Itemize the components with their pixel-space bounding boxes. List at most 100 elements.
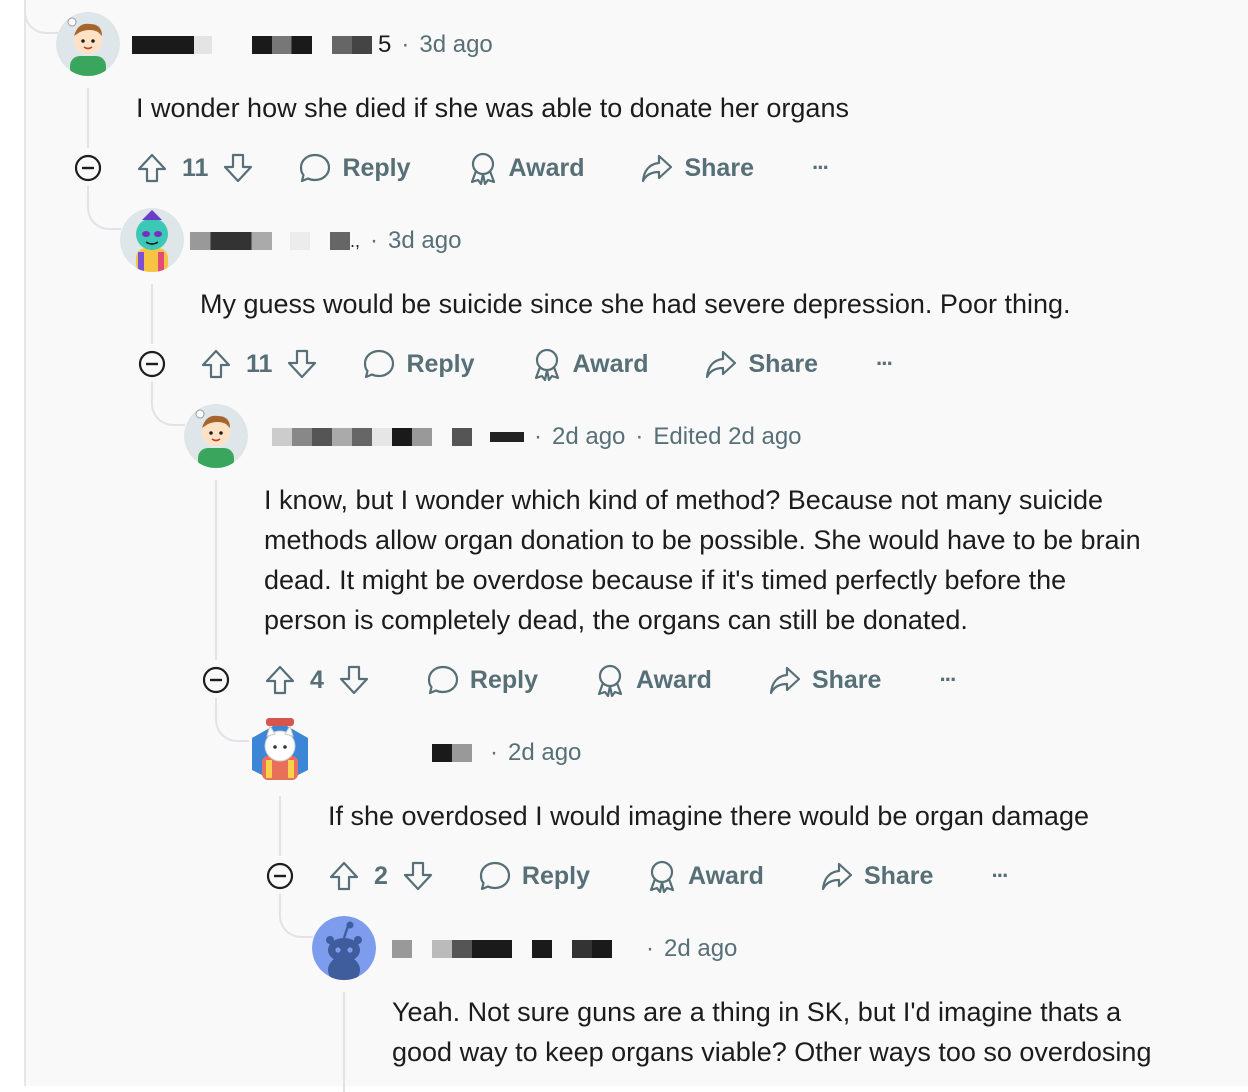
speech-bubble-icon <box>364 349 395 379</box>
comment-body: If she overdosed I would imagine there w… <box>328 801 1089 831</box>
award-label: Award <box>636 665 712 694</box>
redacted-username <box>472 428 490 446</box>
separator-dot: · <box>490 739 498 766</box>
upvote-button[interactable] <box>264 664 296 696</box>
award-button[interactable]: Award <box>646 859 764 893</box>
award-button[interactable]: Award <box>467 151 584 185</box>
collapse-thread-icon[interactable] <box>74 154 102 182</box>
avatar[interactable] <box>184 404 248 468</box>
avatar[interactable] <box>56 12 120 76</box>
reply-label: Reply <box>342 153 411 182</box>
reply-button[interactable]: Reply <box>478 860 590 892</box>
vote-count: 4 <box>310 665 324 694</box>
award-button[interactable]: Award <box>531 347 649 381</box>
downvote-arrow-icon <box>403 861 433 891</box>
edited-label: Edited 2d ago <box>653 423 802 450</box>
share-button[interactable]: Share <box>704 348 818 380</box>
timestamp[interactable]: 3d ago <box>388 227 461 255</box>
thread-line[interactable] <box>279 796 281 856</box>
comment-meta: · 2d ago · Edited 2d ago <box>272 422 802 452</box>
downvote-button[interactable] <box>338 664 370 696</box>
timestamp[interactable]: 2d ago <box>664 935 737 963</box>
more-options-button[interactable]: ··· <box>991 863 1009 889</box>
comment-body: I know, but I wonder which kind of metho… <box>264 480 1141 640</box>
share-button[interactable]: Share <box>768 664 881 696</box>
timestamp[interactable]: 3d ago <box>419 31 492 59</box>
speech-bubble-icon <box>479 861 511 891</box>
redacted-username <box>372 428 392 446</box>
share-arrow-icon <box>769 666 801 695</box>
comment-meta: · 2d ago <box>432 738 581 768</box>
upvote-button[interactable] <box>200 348 232 380</box>
downvote-button[interactable] <box>402 860 434 892</box>
avatar[interactable] <box>120 208 184 272</box>
reply-button[interactable]: Reply <box>426 664 538 696</box>
upvote-arrow-icon <box>265 665 295 695</box>
comment-actions: 11 Reply Award Share ··· <box>200 342 894 386</box>
speech-bubble-icon <box>427 665 459 695</box>
redacted-username <box>412 940 432 958</box>
comment-body: My guess would be suicide since she had … <box>200 289 1071 319</box>
redacted-username <box>512 940 532 958</box>
comment-body-line: Yeah. Not sure guns are a thing in SK, b… <box>392 997 1122 1027</box>
redacted-username <box>432 940 512 958</box>
collapse-thread-icon[interactable] <box>138 350 166 378</box>
award-ribbon-icon <box>470 152 495 185</box>
award-label: Award <box>572 349 649 378</box>
downvote-button[interactable] <box>222 152 254 184</box>
redacted-username <box>552 940 572 958</box>
more-options-button[interactable]: ··· <box>876 351 894 377</box>
award-button[interactable]: Award <box>594 663 712 697</box>
redacted-username <box>432 428 452 446</box>
timestamp[interactable]: 2d ago <box>508 739 581 767</box>
redacted-username <box>490 432 524 442</box>
comment-body-line: I know, but I wonder which kind of metho… <box>264 485 1103 515</box>
redacted-username <box>572 940 612 958</box>
comment-actions: 11 Reply Award Share ··· <box>136 146 830 190</box>
redacted-username[interactable] <box>190 232 272 250</box>
redacted-username <box>194 36 212 54</box>
collapse-thread-icon[interactable] <box>202 666 230 694</box>
redacted-username <box>252 36 312 54</box>
award-ribbon-icon <box>597 664 623 697</box>
comment-meta: · 2d ago <box>392 934 737 964</box>
thread-line[interactable] <box>215 480 217 660</box>
username-fragment: ., <box>350 230 361 251</box>
comment-body: I wonder how she died if she was able to… <box>136 93 849 123</box>
comment-meta: ., · 3d ago <box>190 226 461 256</box>
thread-line[interactable] <box>151 284 153 344</box>
separator-dot: · <box>635 423 644 450</box>
avatar[interactable] <box>248 716 312 780</box>
reply-label: Reply <box>469 665 538 694</box>
upvote-button[interactable] <box>328 860 360 892</box>
share-arrow-icon <box>821 862 853 891</box>
reply-label: Reply <box>521 861 590 890</box>
timestamp[interactable]: 2d ago <box>552 423 625 451</box>
separator-dot: · <box>370 227 379 254</box>
redacted-username[interactable] <box>432 744 472 762</box>
redacted-username[interactable] <box>132 36 194 54</box>
more-options-button[interactable]: ··· <box>939 667 957 693</box>
reply-button[interactable]: Reply <box>362 348 475 380</box>
thread-line[interactable] <box>343 992 345 1092</box>
comment-body-line: dead. It might be overdose because if it… <box>264 565 1067 595</box>
comment-actions: 2 Reply Award Share ··· <box>328 854 1009 898</box>
redacted-username <box>312 36 332 54</box>
more-options-button[interactable]: ··· <box>812 155 830 181</box>
share-label: Share <box>863 861 934 890</box>
upvote-button[interactable] <box>136 152 168 184</box>
reply-button[interactable]: Reply <box>298 152 411 184</box>
downvote-button[interactable] <box>286 348 318 380</box>
share-button[interactable]: Share <box>820 860 933 892</box>
avatar[interactable] <box>312 916 376 980</box>
share-label: Share <box>748 349 818 378</box>
redacted-username <box>290 232 310 250</box>
upvote-arrow-icon <box>201 349 231 379</box>
comment-body-line: methods allow organ donation to be possi… <box>264 525 1141 555</box>
redacted-username[interactable] <box>272 428 372 446</box>
collapse-thread-icon[interactable] <box>266 862 294 890</box>
upvote-arrow-icon <box>137 153 167 183</box>
share-button[interactable]: Share <box>640 152 754 184</box>
redacted-username[interactable] <box>392 940 412 958</box>
thread-line[interactable] <box>87 88 89 148</box>
